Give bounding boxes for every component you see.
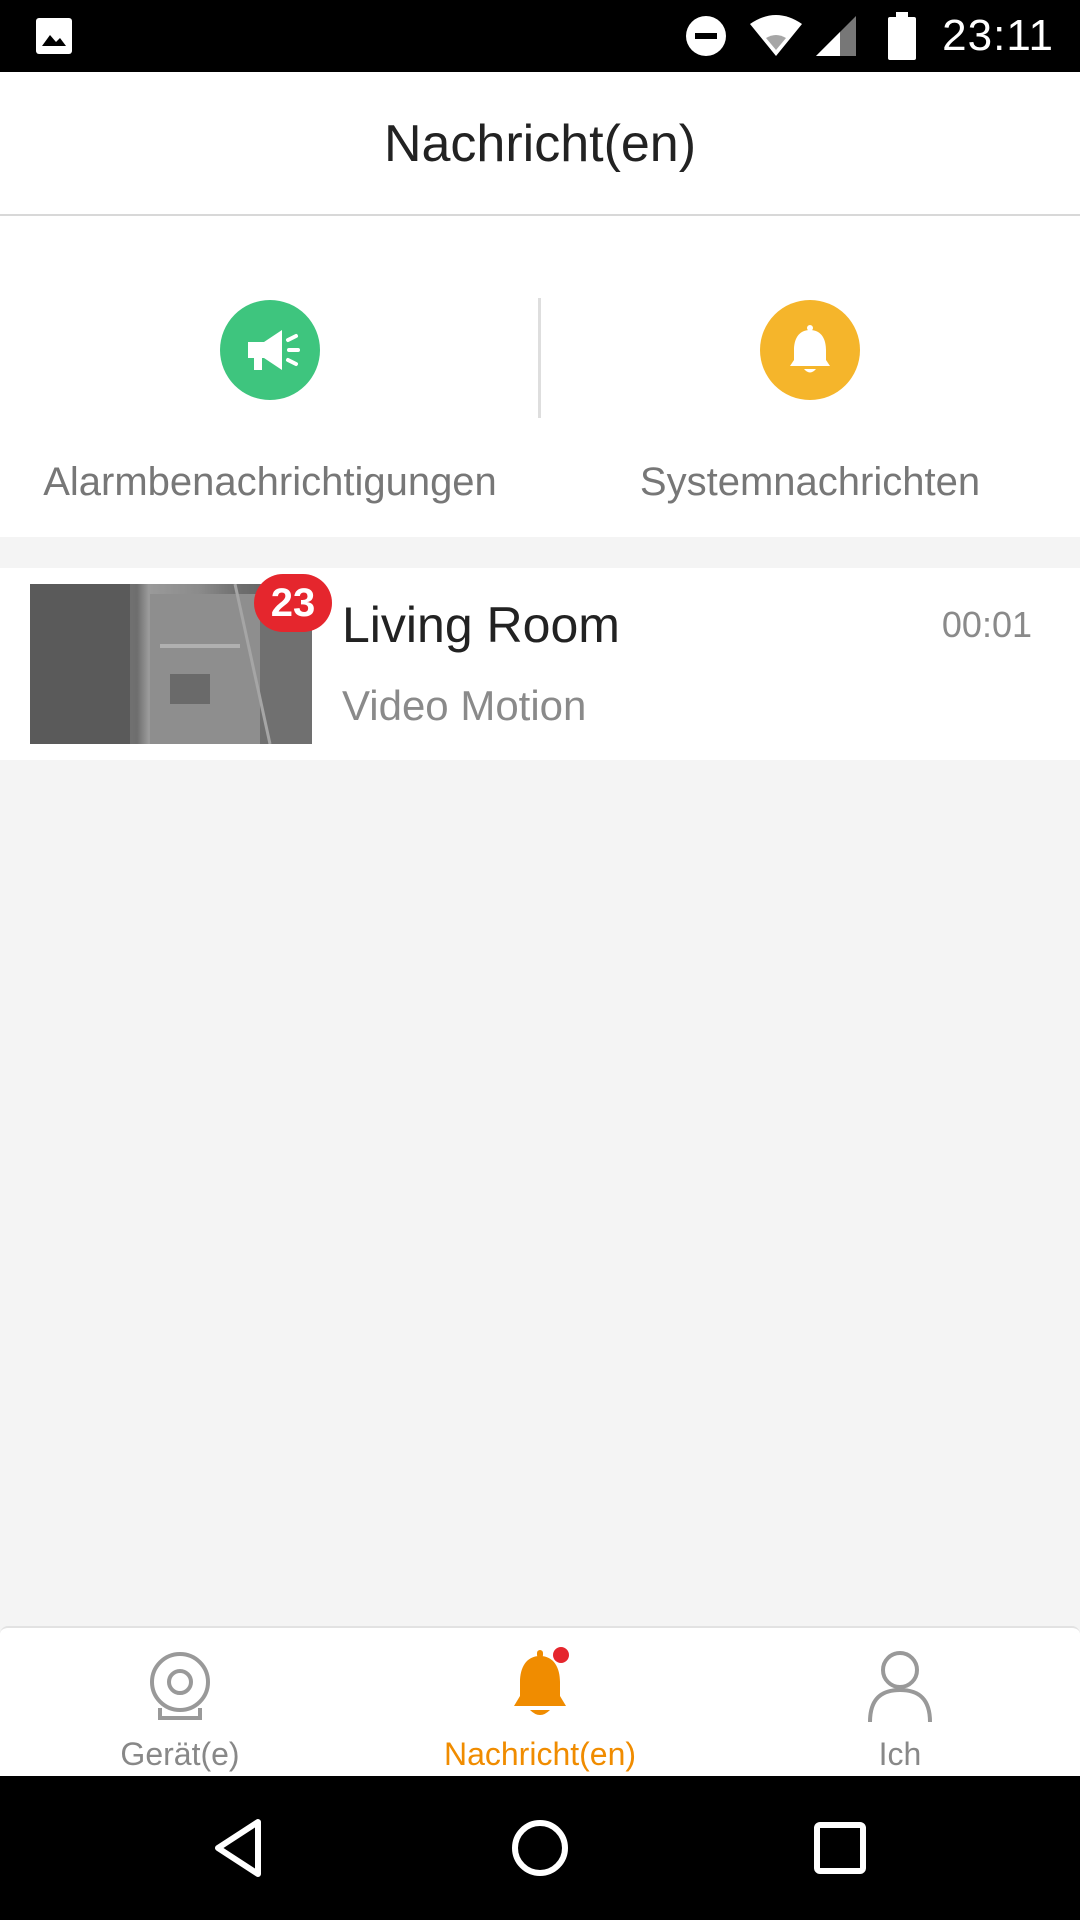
unread-count-badge: 23 — [254, 574, 332, 632]
app-header: Nachricht(en) — [0, 72, 1080, 216]
tab-label: Nachricht(en) — [443, 1736, 637, 1772]
person-icon — [868, 1651, 932, 1723]
bottom-tab-bar: Gerät(e) Nachricht(en) Ich — [0, 1626, 1080, 1778]
megaphone-icon — [248, 330, 300, 370]
page-title: Nachricht(en) — [383, 115, 697, 173]
bell-icon — [514, 1647, 569, 1715]
category-label: Systemnachrichten — [639, 460, 981, 504]
category-system-circle — [760, 300, 860, 400]
category-system-messages[interactable]: Systemnachrichten — [540, 216, 1080, 537]
tab-messages[interactable]: Nachricht(en) — [360, 1628, 720, 1778]
category-alarm-notifications[interactable]: Alarmbenachrichtigungen — [0, 216, 540, 537]
status-bar: 23:11 — [0, 0, 1080, 72]
back-button[interactable] — [200, 1808, 280, 1888]
message-categories: Alarmbenachrichtigungen Systemnachrichte… — [0, 216, 1080, 537]
message-time: 00:01 — [941, 604, 1032, 645]
event-type: Video Motion — [342, 682, 587, 729]
status-time: 23:11 — [942, 11, 1054, 60]
message-list-item[interactable]: Living Room Video Motion 00:01 — [0, 568, 1080, 760]
recents-button[interactable] — [800, 1808, 880, 1888]
image-icon — [36, 18, 72, 54]
tab-devices[interactable]: Gerät(e) — [0, 1628, 360, 1778]
category-label: Alarmbenachrichtigungen — [43, 460, 497, 504]
camera-icon — [150, 1652, 210, 1720]
home-button[interactable] — [500, 1808, 580, 1888]
navigation-bar — [0, 1776, 1080, 1920]
tab-me[interactable]: Ich — [720, 1628, 1080, 1778]
tab-label: Gerät(e) — [120, 1736, 240, 1772]
bell-icon — [790, 325, 830, 373]
tab-label: Ich — [878, 1736, 922, 1772]
category-alarm-circle — [220, 300, 320, 400]
battery-icon — [888, 12, 916, 60]
device-name: Living Room — [342, 597, 620, 653]
signal-icon — [816, 16, 856, 56]
do-not-disturb-icon — [686, 16, 726, 56]
wifi-icon — [750, 15, 802, 56]
